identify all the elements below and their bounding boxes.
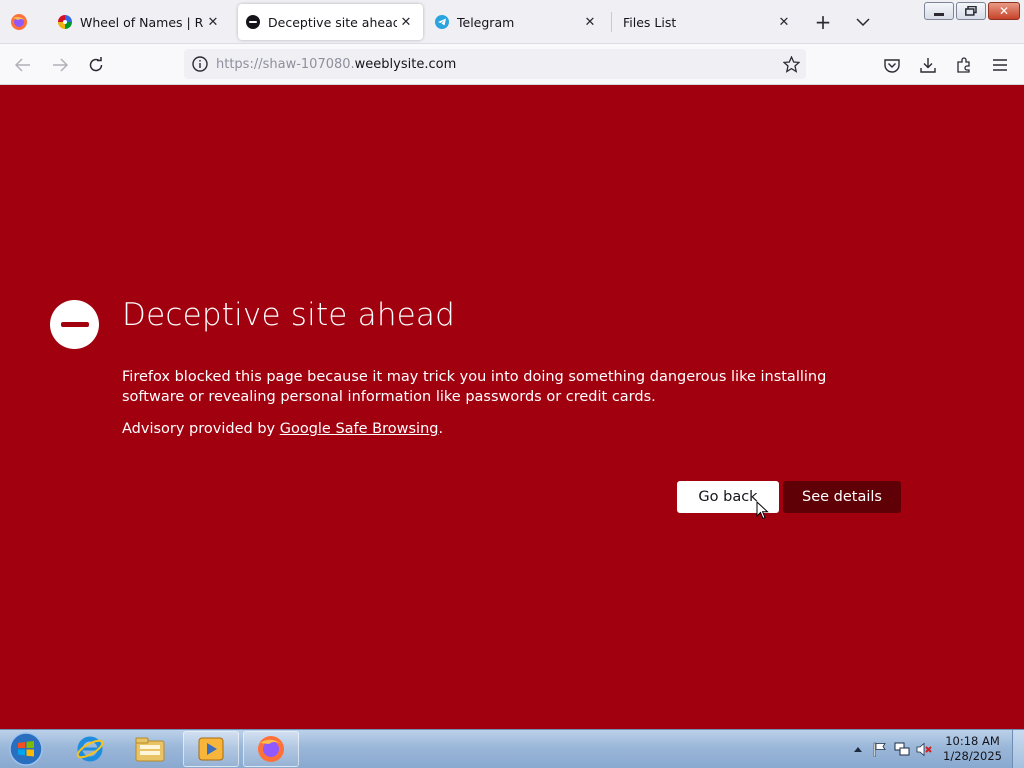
show-hidden-icons-icon[interactable] bbox=[849, 740, 867, 758]
advisory-prefix: Advisory provided by bbox=[122, 421, 280, 437]
clock-time: 10:18 AM bbox=[945, 734, 1000, 748]
firefox-view-icon[interactable] bbox=[8, 11, 30, 33]
tab-deceptive-site[interactable]: Deceptive site ahead ✕ bbox=[238, 4, 423, 40]
internet-explorer-icon[interactable] bbox=[62, 731, 118, 767]
site-info-icon[interactable] bbox=[186, 49, 214, 79]
forward-arrow-icon[interactable] bbox=[48, 53, 72, 77]
tab-title: Wheel of Names | Random name picker bbox=[80, 14, 204, 30]
tab-separator bbox=[611, 12, 612, 32]
show-desktop-button[interactable] bbox=[1012, 730, 1024, 768]
downloads-icon[interactable] bbox=[916, 53, 940, 77]
window-close-icon[interactable]: ✕ bbox=[988, 2, 1020, 20]
action-center-flag-icon[interactable] bbox=[871, 740, 889, 758]
warning-description: Firefox blocked this page because it may… bbox=[122, 369, 827, 405]
tab-title: Telegram bbox=[457, 14, 515, 30]
taskbar: 10:18 AM 1/28/2025 bbox=[0, 729, 1024, 768]
bookmark-star-icon[interactable] bbox=[782, 55, 800, 73]
tab-wheel-of-names[interactable]: Wheel of Names | Random name picker ✕ bbox=[50, 4, 230, 40]
tab-close-icon[interactable]: ✕ bbox=[775, 13, 793, 31]
windows-start-icon[interactable] bbox=[6, 731, 46, 767]
navigation-toolbar: https://shaw-107080.weeblysite.com bbox=[0, 44, 1024, 85]
extensions-icon[interactable] bbox=[952, 53, 976, 77]
wheel-of-names-icon bbox=[58, 15, 72, 29]
tab-title: Files List bbox=[623, 14, 677, 30]
restore-icon[interactable] bbox=[956, 2, 986, 20]
blocked-page: Deceptive site ahead Firefox blocked thi… bbox=[0, 85, 1024, 729]
safe-browsing-link[interactable]: Google Safe Browsing bbox=[280, 421, 439, 437]
url-domain: weeblysite.com bbox=[354, 56, 457, 72]
mouse-cursor-icon bbox=[756, 501, 769, 520]
tab-close-icon[interactable]: ✕ bbox=[204, 13, 222, 31]
advisory-suffix: . bbox=[438, 421, 444, 437]
network-icon[interactable] bbox=[893, 740, 911, 758]
firefox-icon[interactable] bbox=[243, 731, 299, 767]
reload-icon[interactable] bbox=[84, 53, 108, 77]
volume-muted-icon[interactable] bbox=[915, 740, 933, 758]
clock-date: 1/28/2025 bbox=[943, 749, 1002, 763]
tab-close-icon[interactable]: ✕ bbox=[581, 13, 599, 31]
tab-strip: Wheel of Names | Random name picker ✕ De… bbox=[0, 0, 1024, 44]
file-explorer-icon[interactable] bbox=[122, 731, 178, 767]
new-tab-icon[interactable]: + bbox=[812, 10, 834, 34]
minimize-icon[interactable] bbox=[924, 2, 954, 20]
blocked-icon bbox=[50, 300, 99, 349]
url-scheme: https://shaw-107080. bbox=[216, 56, 355, 72]
url-text: https://shaw-107080.weeblysite.com bbox=[216, 57, 456, 72]
blocked-icon bbox=[246, 15, 260, 29]
system-clock[interactable]: 10:18 AM 1/28/2025 bbox=[943, 734, 1002, 764]
telegram-icon bbox=[435, 15, 449, 29]
tab-telegram[interactable]: Telegram ✕ bbox=[427, 4, 607, 40]
tab-title: Deceptive site ahead bbox=[268, 14, 397, 30]
page-title: Deceptive site ahead bbox=[122, 297, 456, 333]
system-tray: 10:18 AM 1/28/2025 bbox=[847, 730, 1024, 768]
tab-close-icon[interactable]: ✕ bbox=[397, 13, 415, 31]
back-arrow-icon[interactable] bbox=[11, 53, 35, 77]
chevron-down-icon[interactable] bbox=[852, 11, 874, 33]
window-controls: ✕ bbox=[924, 2, 1020, 20]
address-bar[interactable]: https://shaw-107080.weeblysite.com bbox=[184, 49, 806, 79]
media-player-icon[interactable] bbox=[183, 731, 239, 767]
advisory-text: Advisory provided by Google Safe Browsin… bbox=[122, 421, 443, 437]
hamburger-menu-icon[interactable] bbox=[988, 53, 1012, 77]
see-details-button[interactable]: See details bbox=[783, 481, 901, 513]
tab-files-list[interactable]: Files List ✕ bbox=[615, 4, 801, 40]
pocket-icon[interactable] bbox=[880, 53, 904, 77]
